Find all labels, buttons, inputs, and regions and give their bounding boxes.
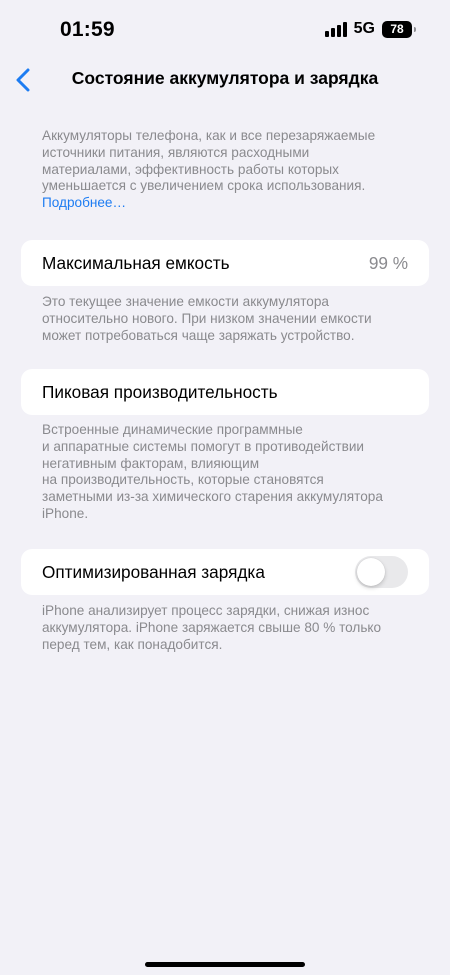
footer-line: перед тем, как понадобится.	[42, 636, 223, 652]
max-capacity-label: Максимальная емкость	[42, 253, 230, 273]
status-indicators: 5G 78	[324, 20, 416, 38]
nav-bar: Состояние аккумулятора и зарядка	[0, 62, 450, 98]
footer-line: аккумулятора. iPhone заряжается свыше 80…	[42, 619, 382, 635]
learn-more-link[interactable]: Подробнее…	[42, 195, 414, 212]
footer-line: может потребоваться чаще заряжать устрой…	[42, 327, 355, 343]
intro-line: Аккумуляторы телефона, как и все перезар…	[42, 128, 376, 143]
footer-line: заметными из-за химического старения акк…	[42, 489, 383, 505]
max-capacity-value: 99 %	[368, 253, 408, 273]
max-capacity-footer: Это текущее значение емкости аккумулятор…	[42, 294, 414, 344]
toggle-knob	[357, 558, 385, 586]
status-bar: 01:59 5G 78	[0, 0, 450, 60]
footer-line: Встроенные динамические программные	[42, 422, 303, 437]
footer-line: относительно нового. При низком значении…	[42, 310, 372, 326]
optimized-charging-cell: Оптимизированная зарядка	[21, 549, 429, 595]
battery-level: 78	[390, 22, 404, 36]
max-capacity-cell: Максимальная емкость 99 %	[21, 240, 429, 286]
battery-icon: 78	[382, 20, 416, 38]
footer-line: iPhone анализирует процесс зарядки, сниж…	[42, 603, 370, 618]
peak-performance-label: Пиковая производительность	[42, 382, 278, 402]
peak-performance-cell: Пиковая производительность	[21, 369, 429, 415]
intro-line: источники питания, являются расходными	[42, 144, 310, 160]
footer-line: Это текущее значение емкости аккумулятор…	[42, 294, 329, 309]
footer-line: и аппаратные системы помогут в противоде…	[42, 438, 365, 454]
intro-line: уменьшается с увеличением срока использо…	[42, 178, 366, 194]
status-time: 01:59	[60, 18, 115, 41]
footer-line: негативным факторам, влияющим	[42, 455, 260, 471]
network-type-label: 5G	[353, 20, 375, 37]
optimized-charging-toggle[interactable]	[355, 556, 408, 588]
optimized-charging-footer: iPhone анализирует процесс зарядки, сниж…	[42, 603, 414, 653]
intro-line: материалами, эффективность работы которы…	[42, 161, 339, 177]
optimized-charging-label: Оптимизированная зарядка	[42, 562, 265, 582]
peak-performance-footer: Встроенные динамические программные и ап…	[42, 422, 414, 523]
cellular-signal-icon	[324, 21, 347, 37]
intro-description: Аккумуляторы телефона, как и все перезар…	[42, 128, 414, 212]
page-title: Состояние аккумулятора и зарядка	[71, 68, 379, 88]
home-indicator[interactable]	[145, 962, 305, 967]
footer-line: iPhone.	[42, 505, 89, 521]
footer-line: на производительность, которые становятс…	[42, 472, 324, 488]
